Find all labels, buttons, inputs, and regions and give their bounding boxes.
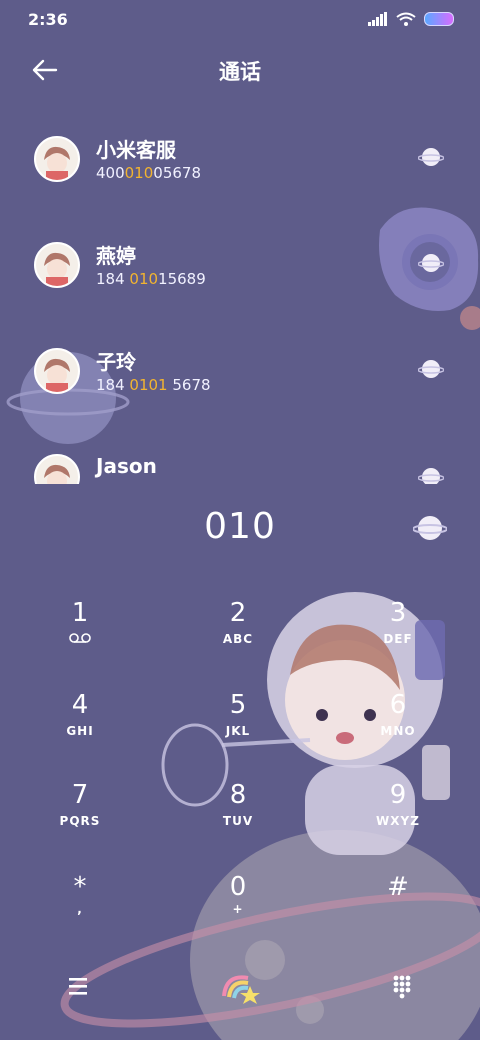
key-letters: DEF <box>383 632 413 646</box>
status-icons <box>368 12 454 26</box>
avatar <box>34 348 80 394</box>
key-7[interactable]: 7 PQRS <box>0 774 160 864</box>
key-letters: TUV <box>222 814 254 828</box>
contact-number: 40001005678 <box>96 164 201 182</box>
key-digit: * <box>73 872 87 902</box>
key-letters: GHI <box>66 724 94 738</box>
planet-icon <box>417 148 445 166</box>
contact-item[interactable]: 燕婷 184 01015689 <box>0 224 480 330</box>
contact-item[interactable]: 子玲 184 0101 5678 <box>0 330 480 436</box>
call-button[interactable] <box>417 146 445 168</box>
key-letters: WXYZ <box>376 814 420 828</box>
key-1[interactable]: 1 <box>0 592 160 682</box>
call-button[interactable] <box>417 466 445 484</box>
key-digit: 6 <box>389 690 407 720</box>
key-digit: 2 <box>229 598 247 628</box>
call-button[interactable] <box>417 252 445 274</box>
key-digit: 1 <box>71 598 89 628</box>
contact-name: 子玲 <box>96 350 136 374</box>
key-digit: 3 <box>389 598 407 628</box>
status-time: 2:36 <box>28 10 68 29</box>
contact-number: 184 01015689 <box>96 270 206 288</box>
avatar <box>34 242 80 288</box>
key-digit: # <box>387 872 409 902</box>
key-4[interactable]: 4 GHI <box>0 684 160 774</box>
avatar <box>34 136 80 182</box>
key-letters: + <box>232 902 244 916</box>
avatar <box>34 454 80 484</box>
key-3[interactable]: 3 DEF <box>318 592 478 682</box>
key-9[interactable]: 9 WXYZ <box>318 774 478 864</box>
key-letters: , <box>77 902 83 916</box>
wifi-icon <box>396 12 416 26</box>
key-letters: JKL <box>225 724 251 738</box>
contact-item[interactable]: Jason <box>0 436 480 484</box>
key-digit: 0 <box>229 872 247 902</box>
planet-icon <box>417 360 445 378</box>
keypad-icon <box>393 975 411 999</box>
contact-number: 184 0101 5678 <box>96 376 211 394</box>
contact-item[interactable]: 小米客服 40001005678 <box>0 118 480 224</box>
contact-name: Jason <box>96 454 157 478</box>
planet-icon <box>417 468 445 484</box>
planet-icon <box>412 516 448 540</box>
contact-name: 燕婷 <box>96 244 136 268</box>
key-letters: MNO <box>380 724 416 738</box>
key-hash[interactable]: # <box>318 866 478 956</box>
call-button[interactable] <box>412 514 448 542</box>
key-2[interactable]: 2 ABC <box>158 592 318 682</box>
key-digit: 9 <box>389 780 407 810</box>
menu-icon <box>69 978 87 995</box>
rainbow-star-icon <box>222 975 260 1004</box>
key-0[interactable]: 0 + <box>158 866 318 956</box>
dial-call-button[interactable] <box>210 956 270 1016</box>
signal-icon <box>368 12 387 26</box>
menu-button[interactable] <box>48 956 108 1016</box>
key-digit: 7 <box>71 780 89 810</box>
planet-icon <box>417 254 445 272</box>
key-digit: 5 <box>229 690 247 720</box>
key-star[interactable]: * , <box>0 866 160 956</box>
call-button[interactable] <box>417 358 445 380</box>
contact-name: 小米客服 <box>96 138 176 162</box>
key-letters: ABC <box>222 632 254 646</box>
key-8[interactable]: 8 TUV <box>158 774 318 864</box>
page-title: 通话 <box>219 60 261 84</box>
contact-list: 小米客服 40001005678 燕婷 184 01015689 子玲 184 … <box>0 118 480 484</box>
key-letters: PQRS <box>59 814 101 828</box>
key-digit: 4 <box>71 690 89 720</box>
voicemail-icon <box>69 633 91 643</box>
key-6[interactable]: 6 MNO <box>318 684 478 774</box>
key-digit: 8 <box>229 780 247 810</box>
battery-icon <box>424 12 454 26</box>
key-5[interactable]: 5 JKL <box>158 684 318 774</box>
keypad-toggle-button[interactable] <box>372 956 432 1016</box>
dial-input-display[interactable]: 010 <box>0 506 480 547</box>
